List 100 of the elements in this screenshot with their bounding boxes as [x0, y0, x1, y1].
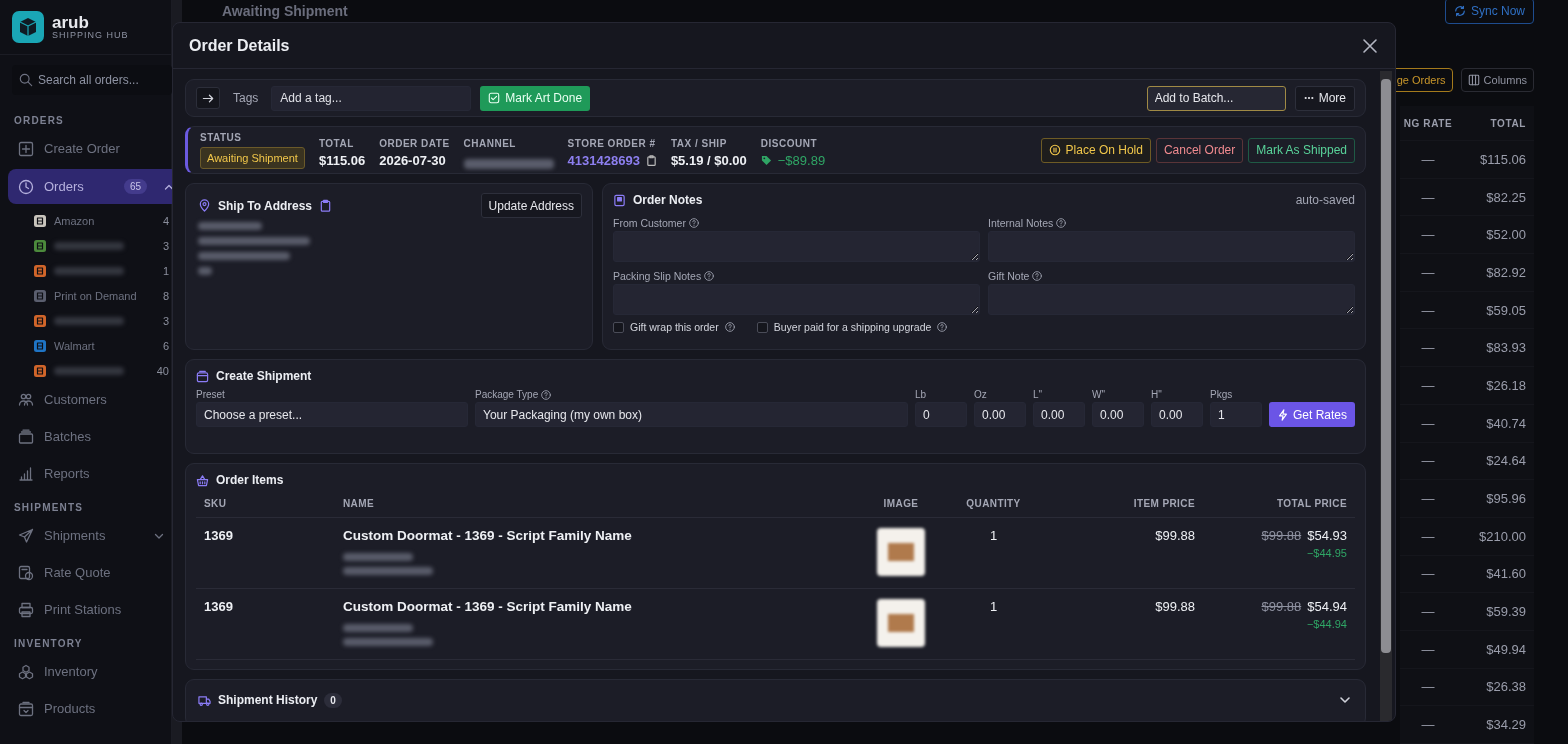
nav-item[interactable]: Reports: [8, 457, 171, 490]
table-cell-text: $99.88: [1154, 598, 1196, 614]
checkbox[interactable]: [756, 321, 768, 333]
nav-item[interactable]: Rate Quote: [8, 556, 171, 589]
dimension-field[interactable]: 0.00: [1091, 402, 1144, 427]
tray-icon: [18, 428, 34, 445]
channel-item[interactable]: Walmart 6: [8, 333, 171, 358]
action-button[interactable]: Mark As Shipped: [1248, 137, 1355, 163]
channel-item[interactable]: Print on Demand 8: [8, 283, 171, 308]
nav-item[interactable]: Customers: [8, 383, 171, 416]
notes-field[interactable]: [613, 231, 980, 262]
table-cell-text: 1369: [203, 527, 234, 543]
basket-icon: [196, 473, 209, 487]
chevron-icon[interactable]: [1339, 694, 1351, 706]
table-cell-text: —: [1420, 264, 1436, 280]
table-cell-text: —: [1420, 717, 1436, 733]
dimension-field[interactable]: 0.00: [1032, 402, 1085, 427]
column-header: TOTAL PRICE: [1276, 497, 1348, 509]
package-type-select[interactable]: Your Packaging (my own box): [475, 402, 908, 427]
table-cell-text: —: [1420, 491, 1436, 507]
help-icon[interactable]: [704, 271, 715, 281]
channel-item[interactable]: 1: [8, 258, 171, 283]
item-name: Custom Doormat - 1369 - Script Family Name: [343, 599, 633, 614]
bar-chart-icon: [18, 465, 34, 482]
dimension-field[interactable]: 0.00: [973, 402, 1026, 427]
preset-select[interactable]: Choose a preset...: [196, 402, 468, 427]
dialog-title: Order Details: [189, 36, 290, 55]
column-header: NG RATE: [1402, 117, 1454, 129]
column-header: QUANTITY: [965, 497, 1022, 509]
field-label: Packing Slip Notes: [613, 270, 702, 282]
field-label: L": [1032, 389, 1044, 400]
dimension-field[interactable]: 0.00: [1150, 402, 1203, 427]
table-cell-text: —: [1420, 189, 1436, 205]
batch-select[interactable]: Add to Batch...: [1146, 85, 1286, 111]
status-badge: Awaiting Shipment: [200, 146, 305, 169]
shipment-history-card[interactable]: Shipment History 0: [185, 679, 1366, 721]
table-cell-text: —: [1420, 151, 1436, 167]
section-heading: SHIPMENTS: [14, 502, 85, 513]
action-button[interactable]: Place On Hold: [1040, 137, 1151, 163]
column-header: TOTAL: [1489, 117, 1527, 129]
notes-field[interactable]: [988, 284, 1355, 315]
card-title: Ship To Address: [218, 198, 312, 213]
more-button[interactable]: More: [1294, 85, 1355, 111]
update-address-button[interactable]: Update Address: [480, 193, 582, 218]
nav-item[interactable]: Shipments: [8, 519, 171, 552]
table-cell-text: $82.92: [1485, 264, 1527, 280]
channel-item[interactable]: Amazon 4: [8, 208, 171, 233]
help-icon[interactable]: [724, 322, 735, 332]
sync-button[interactable]: Sync Now: [1444, 0, 1534, 24]
nav-item[interactable]: Create Order: [8, 132, 171, 165]
box-icon: [196, 369, 209, 383]
notes-field[interactable]: [613, 284, 980, 315]
field-label: Pkgs: [1209, 389, 1234, 400]
get-rates-button[interactable]: Get Rates: [1268, 402, 1355, 427]
help-icon[interactable]: [541, 389, 552, 400]
help-icon[interactable]: [1056, 218, 1067, 228]
help-icon[interactable]: [1032, 271, 1043, 281]
field-label: STATUS: [200, 131, 243, 143]
total-price: $54.93: [1307, 528, 1347, 543]
help-icon[interactable]: [937, 322, 948, 332]
nav-item[interactable]: Print Stations: [8, 593, 171, 626]
notes-field[interactable]: [988, 231, 1355, 262]
table-cell-text: —: [1420, 302, 1436, 318]
nav-item[interactable]: Batches: [8, 420, 171, 453]
total-price: $54.94: [1307, 599, 1347, 614]
store-order-link[interactable]: 4131428693: [567, 153, 640, 168]
table-cell-text: $59.05: [1485, 302, 1527, 318]
table-cell-text: $26.38: [1485, 679, 1527, 695]
dimension-field[interactable]: 0: [914, 402, 967, 427]
field-label: STORE ORDER #: [567, 138, 657, 149]
table-cell-text: $49.94: [1485, 641, 1527, 657]
checkbox-icon: [488, 92, 501, 104]
card-title: Order Items: [216, 473, 284, 487]
table-cell-text: —: [1420, 340, 1436, 356]
field-label: Internal Notes: [988, 217, 1054, 229]
columns-button[interactable]: Columns: [1460, 68, 1534, 92]
search-field[interactable]: Search all orders...: [12, 65, 172, 95]
channel-item[interactable]: 3: [8, 233, 171, 258]
field-label: ORDER DATE: [379, 138, 450, 149]
nav-item[interactable]: Products: [8, 692, 171, 725]
item-count: 6: [162, 339, 170, 352]
table-cell-text: $24.64: [1485, 453, 1527, 469]
clipboard-icon[interactable]: [319, 199, 332, 212]
blurred-text: [343, 624, 413, 632]
arrow-button[interactable]: [196, 87, 220, 109]
copy-icon[interactable]: [645, 155, 657, 166]
channel-item[interactable]: 3: [8, 308, 171, 333]
mark-art-done-button[interactable]: Mark Art Done: [480, 85, 591, 111]
channel-item[interactable]: 40: [8, 358, 171, 383]
scrollbar[interactable]: [1380, 71, 1392, 721]
checkbox[interactable]: [613, 321, 624, 333]
photo-placeholder: [877, 528, 925, 576]
dimension-field[interactable]: 1: [1209, 402, 1262, 427]
box-logo-icon: [12, 11, 44, 43]
page-title: Awaiting Shipment: [222, 3, 348, 19]
help-icon[interactable]: [688, 218, 699, 228]
nav-item[interactable]: Inventory: [8, 655, 171, 688]
brand-name: arub: [52, 14, 90, 31]
action-button[interactable]: Cancel Order: [1155, 137, 1244, 163]
tag-input-field[interactable]: Add a tag...: [271, 85, 472, 111]
